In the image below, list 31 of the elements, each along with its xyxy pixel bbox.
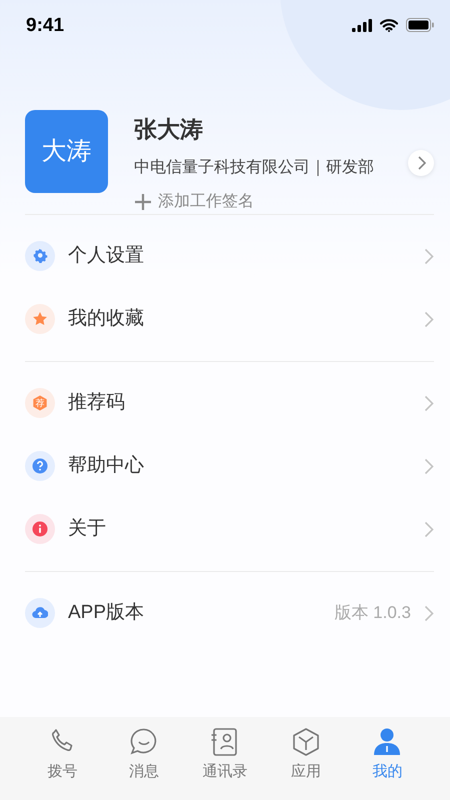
menu-item[interactable]: 个人设置 (25, 224, 434, 288)
chevron-right-icon (424, 458, 434, 475)
chevron-right-icon (424, 520, 434, 538)
clock-time: 9:41 (26, 14, 64, 38)
chat-icon (128, 727, 159, 757)
version-text: 版本 1.0.3 (334, 602, 411, 624)
menu-item[interactable]: APP版本 版本 1.0.3 (25, 582, 434, 645)
organization-text: 中电信量子科技有限公司｜研发部 (134, 158, 374, 178)
icon-label: 荐 (36, 398, 44, 408)
signal-icon (352, 18, 372, 32)
user-name: 张大涛 (134, 116, 204, 144)
plus-icon (134, 192, 152, 211)
chevron-right-icon (424, 604, 434, 622)
chevron-right-icon (424, 310, 434, 328)
menu-item[interactable]: 荐 推荐码 (25, 372, 434, 435)
battery-icon (406, 18, 434, 32)
tab-item[interactable]: 应用 (276, 727, 336, 800)
tab-item[interactable]: 消息 (114, 727, 174, 800)
tab-item[interactable]: 通讯录 (194, 727, 255, 800)
tab-item[interactable]: 拨号 (32, 727, 93, 800)
avatar: 大涛 (25, 110, 108, 193)
chevron-right-icon (424, 394, 434, 412)
contacts-icon (210, 727, 240, 757)
menu-item[interactable]: 帮助中心 (25, 434, 434, 498)
person-icon (372, 727, 402, 757)
chevron-right-icon (416, 156, 426, 170)
wifi-icon (380, 18, 398, 32)
cube-icon (291, 727, 322, 757)
chevron-right-icon (424, 248, 434, 265)
menu-item[interactable]: 我的收藏 (25, 288, 434, 351)
menu-item[interactable]: 关于 (25, 498, 434, 561)
